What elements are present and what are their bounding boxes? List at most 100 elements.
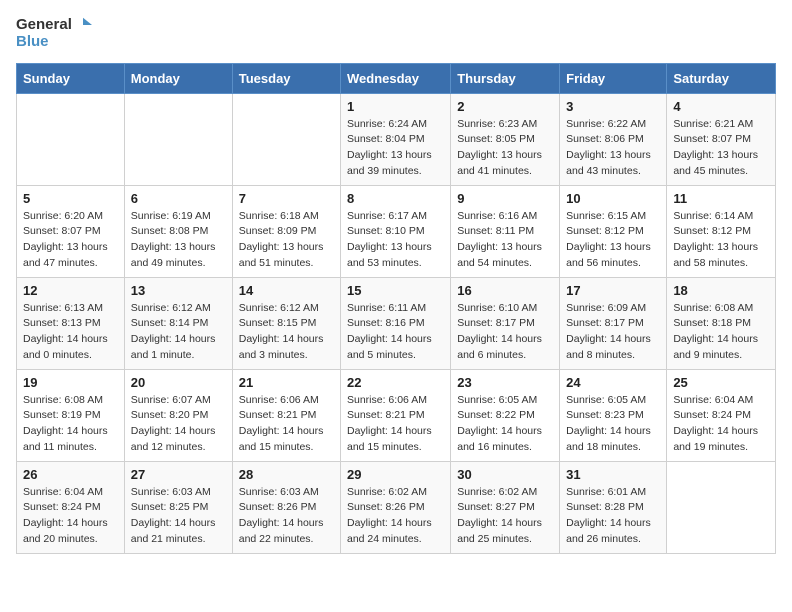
day-number: 30 [457,467,553,482]
day-info: Sunrise: 6:02 AM Sunset: 8:27 PM Dayligh… [457,485,553,548]
day-number: 12 [23,283,118,298]
day-info: Sunrise: 6:16 AM Sunset: 8:11 PM Dayligh… [457,209,553,272]
calendar-day-12: 12 Sunrise: 6:13 AM Sunset: 8:13 PM Dayli… [17,277,125,369]
calendar-week-5: 26 Sunrise: 6:04 AM Sunset: 8:24 PM Dayli… [17,461,776,553]
calendar-day-5: 5 Sunrise: 6:20 AM Sunset: 8:07 PM Daylig… [17,185,125,277]
weekday-header-friday: Friday [560,63,667,93]
weekday-header-monday: Monday [124,63,232,93]
day-number: 20 [131,375,226,390]
day-info: Sunrise: 6:08 AM Sunset: 8:19 PM Dayligh… [23,393,118,456]
calendar-week-3: 12 Sunrise: 6:13 AM Sunset: 8:13 PM Dayli… [17,277,776,369]
day-info: Sunrise: 6:05 AM Sunset: 8:22 PM Dayligh… [457,393,553,456]
calendar-day-9: 9 Sunrise: 6:16 AM Sunset: 8:11 PM Daylig… [451,185,560,277]
calendar-day-30: 30 Sunrise: 6:02 AM Sunset: 8:27 PM Dayli… [451,461,560,553]
day-number: 6 [131,191,226,206]
day-number: 24 [566,375,660,390]
day-info: Sunrise: 6:23 AM Sunset: 8:05 PM Dayligh… [457,117,553,180]
day-info: Sunrise: 6:03 AM Sunset: 8:25 PM Dayligh… [131,485,226,548]
day-info: Sunrise: 6:06 AM Sunset: 8:21 PM Dayligh… [239,393,334,456]
weekday-header-wednesday: Wednesday [341,63,451,93]
calendar-day-4: 4 Sunrise: 6:21 AM Sunset: 8:07 PM Daylig… [667,93,776,185]
logo: General Blue [16,16,92,51]
calendar-body: 1 Sunrise: 6:24 AM Sunset: 8:04 PM Daylig… [17,93,776,553]
calendar-day-14: 14 Sunrise: 6:12 AM Sunset: 8:15 PM Dayli… [232,277,340,369]
day-info: Sunrise: 6:04 AM Sunset: 8:24 PM Dayligh… [673,393,769,456]
weekday-header-sunday: Sunday [17,63,125,93]
day-info: Sunrise: 6:05 AM Sunset: 8:23 PM Dayligh… [566,393,660,456]
day-info: Sunrise: 6:11 AM Sunset: 8:16 PM Dayligh… [347,301,444,364]
empty-cell [667,461,776,553]
day-number: 18 [673,283,769,298]
day-number: 7 [239,191,334,206]
calendar-day-6: 6 Sunrise: 6:19 AM Sunset: 8:08 PM Daylig… [124,185,232,277]
day-number: 28 [239,467,334,482]
day-number: 3 [566,99,660,114]
day-number: 23 [457,375,553,390]
day-info: Sunrise: 6:03 AM Sunset: 8:26 PM Dayligh… [239,485,334,548]
calendar-day-26: 26 Sunrise: 6:04 AM Sunset: 8:24 PM Dayli… [17,461,125,553]
day-number: 27 [131,467,226,482]
calendar-day-7: 7 Sunrise: 6:18 AM Sunset: 8:09 PM Daylig… [232,185,340,277]
empty-cell [124,93,232,185]
day-info: Sunrise: 6:13 AM Sunset: 8:13 PM Dayligh… [23,301,118,364]
day-info: Sunrise: 6:21 AM Sunset: 8:07 PM Dayligh… [673,117,769,180]
day-number: 25 [673,375,769,390]
weekday-header-tuesday: Tuesday [232,63,340,93]
logo-bird-icon [74,16,92,34]
calendar-header: SundayMondayTuesdayWednesdayThursdayFrid… [17,63,776,93]
day-info: Sunrise: 6:24 AM Sunset: 8:04 PM Dayligh… [347,117,444,180]
day-info: Sunrise: 6:20 AM Sunset: 8:07 PM Dayligh… [23,209,118,272]
day-info: Sunrise: 6:17 AM Sunset: 8:10 PM Dayligh… [347,209,444,272]
day-info: Sunrise: 6:18 AM Sunset: 8:09 PM Dayligh… [239,209,334,272]
day-number: 16 [457,283,553,298]
day-number: 8 [347,191,444,206]
day-number: 11 [673,191,769,206]
day-info: Sunrise: 6:22 AM Sunset: 8:06 PM Dayligh… [566,117,660,180]
calendar-day-21: 21Sunrise: 6:06 AM Sunset: 8:21 PM Dayli… [232,369,340,461]
day-number: 14 [239,283,334,298]
day-info: Sunrise: 6:15 AM Sunset: 8:12 PM Dayligh… [566,209,660,272]
calendar-day-10: 10Sunrise: 6:15 AM Sunset: 8:12 PM Dayli… [560,185,667,277]
calendar-week-2: 5 Sunrise: 6:20 AM Sunset: 8:07 PM Daylig… [17,185,776,277]
calendar-day-18: 18 Sunrise: 6:08 AM Sunset: 8:18 PM Dayli… [667,277,776,369]
empty-cell [17,93,125,185]
calendar-week-4: 19 Sunrise: 6:08 AM Sunset: 8:19 PM Dayli… [17,369,776,461]
day-number: 2 [457,99,553,114]
day-info: Sunrise: 6:19 AM Sunset: 8:08 PM Dayligh… [131,209,226,272]
day-number: 1 [347,99,444,114]
day-info: Sunrise: 6:02 AM Sunset: 8:26 PM Dayligh… [347,485,444,548]
day-info: Sunrise: 6:01 AM Sunset: 8:28 PM Dayligh… [566,485,660,548]
logo-general: General [16,17,72,34]
day-number: 9 [457,191,553,206]
calendar-day-28: 28 Sunrise: 6:03 AM Sunset: 8:26 PM Dayli… [232,461,340,553]
day-info: Sunrise: 6:04 AM Sunset: 8:24 PM Dayligh… [23,485,118,548]
day-info: Sunrise: 6:09 AM Sunset: 8:17 PM Dayligh… [566,301,660,364]
calendar-day-29: 29Sunrise: 6:02 AM Sunset: 8:26 PM Dayli… [341,461,451,553]
calendar-day-3: 3 Sunrise: 6:22 AM Sunset: 8:06 PM Daylig… [560,93,667,185]
day-info: Sunrise: 6:12 AM Sunset: 8:15 PM Dayligh… [239,301,334,364]
calendar-day-16: 16Sunrise: 6:10 AM Sunset: 8:17 PM Dayli… [451,277,560,369]
day-number: 22 [347,375,444,390]
day-number: 19 [23,375,118,390]
day-info: Sunrise: 6:08 AM Sunset: 8:18 PM Dayligh… [673,301,769,364]
day-number: 17 [566,283,660,298]
day-number: 5 [23,191,118,206]
calendar-day-15: 15Sunrise: 6:11 AM Sunset: 8:16 PM Dayli… [341,277,451,369]
calendar-table: SundayMondayTuesdayWednesdayThursdayFrid… [16,63,776,554]
calendar-day-13: 13Sunrise: 6:12 AM Sunset: 8:14 PM Dayli… [124,277,232,369]
calendar-day-1: 1 Sunrise: 6:24 AM Sunset: 8:04 PM Daylig… [341,93,451,185]
day-number: 26 [23,467,118,482]
calendar-day-31: 31Sunrise: 6:01 AM Sunset: 8:28 PM Dayli… [560,461,667,553]
calendar-day-17: 17 Sunrise: 6:09 AM Sunset: 8:17 PM Dayli… [560,277,667,369]
day-info: Sunrise: 6:06 AM Sunset: 8:21 PM Dayligh… [347,393,444,456]
logo-blue: Blue [16,34,92,51]
calendar-week-1: 1 Sunrise: 6:24 AM Sunset: 8:04 PM Daylig… [17,93,776,185]
calendar-day-22: 22 Sunrise: 6:06 AM Sunset: 8:21 PM Dayli… [341,369,451,461]
calendar-day-8: 8 Sunrise: 6:17 AM Sunset: 8:10 PM Daylig… [341,185,451,277]
calendar-day-27: 27 Sunrise: 6:03 AM Sunset: 8:25 PM Dayli… [124,461,232,553]
calendar-day-25: 25 Sunrise: 6:04 AM Sunset: 8:24 PM Dayli… [667,369,776,461]
day-number: 4 [673,99,769,114]
empty-cell [232,93,340,185]
weekday-header-row: SundayMondayTuesdayWednesdayThursdayFrid… [17,63,776,93]
day-info: Sunrise: 6:07 AM Sunset: 8:20 PM Dayligh… [131,393,226,456]
